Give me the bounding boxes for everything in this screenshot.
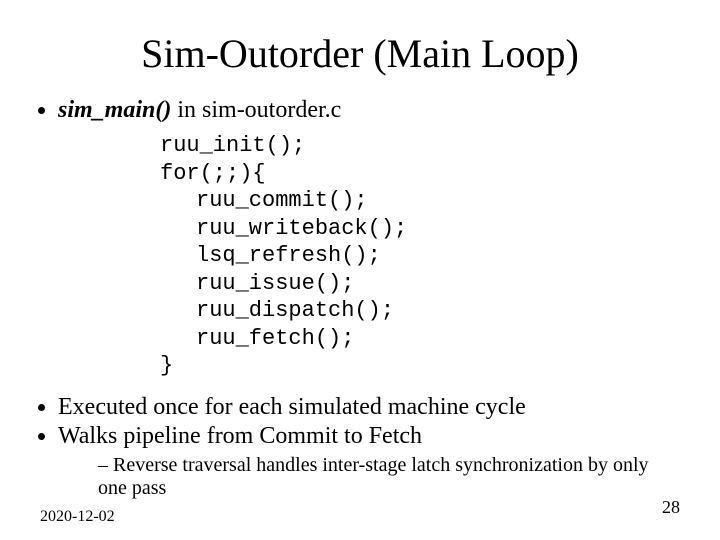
code-line: ruu_commit(); <box>160 187 680 215</box>
code-block: ruu_init(); for(;;){ ruu_commit();ruu_wr… <box>160 132 680 380</box>
footer-date: 2020-12-02 <box>40 508 115 526</box>
slide: Sim-Outorder (Main Loop) sim_main() in s… <box>0 0 720 540</box>
bullet-sim-main: sim_main() in sim-outorder.c <box>58 97 680 124</box>
code-line: for(;;){ <box>160 161 266 186</box>
code-line: } <box>160 353 173 378</box>
code-line: ruu_issue(); <box>160 270 680 298</box>
sub-bullet-reverse: Reverse traversal handles inter-stage la… <box>98 454 680 500</box>
footer-page-number: 28 <box>662 497 680 518</box>
bullet-walks-text: Walks pipeline from Commit to Fetch <box>58 423 422 449</box>
code-line: ruu_dispatch(); <box>160 297 680 325</box>
sim-main-fn: sim_main() <box>58 97 171 123</box>
code-line: ruu_init(); <box>160 133 305 158</box>
bullet-list-bottom: Executed once for each simulated machine… <box>58 394 680 500</box>
page-title: Sim-Outorder (Main Loop) <box>40 30 680 77</box>
code-line: lsq_refresh(); <box>160 242 680 270</box>
code-line: ruu_fetch(); <box>160 325 680 353</box>
sub-bullet-list: Reverse traversal handles inter-stage la… <box>98 454 680 500</box>
bullet-walks: Walks pipeline from Commit to Fetch Reve… <box>58 423 680 500</box>
bullet-list-top: sim_main() in sim-outorder.c <box>58 97 680 124</box>
code-line: ruu_writeback(); <box>160 215 680 243</box>
bullet-executed: Executed once for each simulated machine… <box>58 394 680 421</box>
sim-main-rest: in sim-outorder.c <box>171 97 341 123</box>
